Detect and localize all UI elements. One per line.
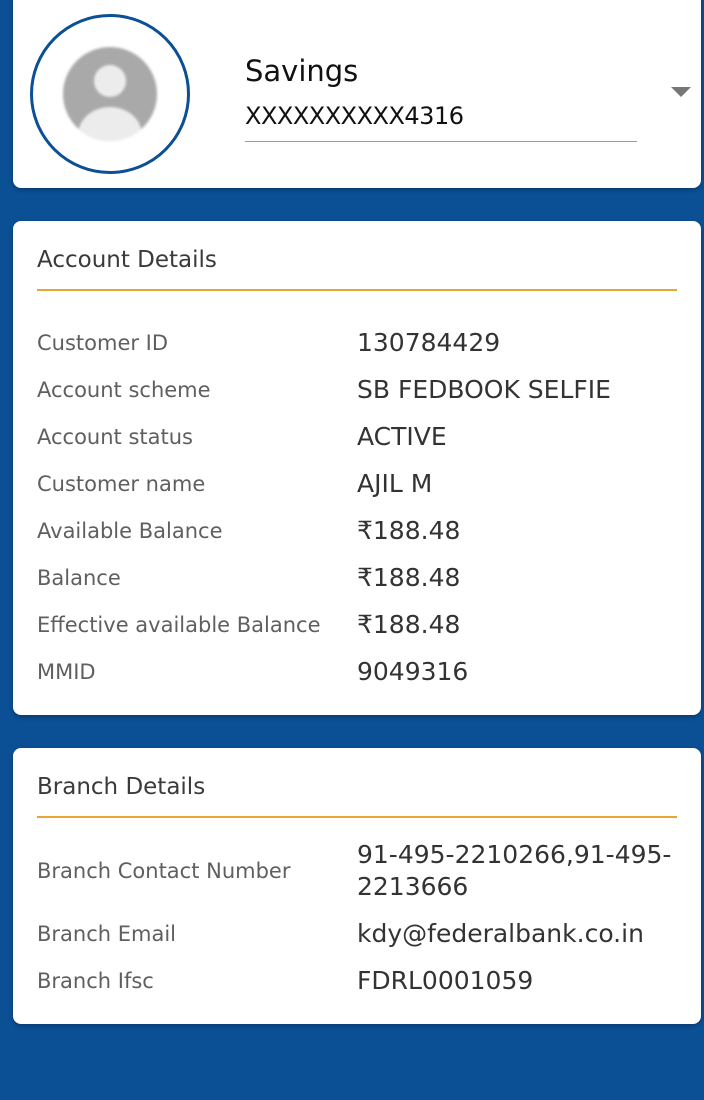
account-status-value: ACTIVE bbox=[357, 422, 447, 451]
account-select-underline bbox=[245, 141, 637, 142]
balance-label: Balance bbox=[37, 566, 121, 590]
customer-name-value: AJIL M bbox=[357, 469, 433, 498]
mmid-label: MMID bbox=[37, 660, 96, 684]
branch-contact-label: Branch Contact Number bbox=[37, 859, 291, 883]
account-selector-card: Savings XXXXXXXXXX4316 bbox=[13, 0, 701, 188]
mmid-value: 9049316 bbox=[357, 657, 469, 686]
balance-value: ₹188.48 bbox=[357, 563, 461, 592]
account-scheme-value: SB FEDBOOK SELFIE bbox=[357, 375, 611, 404]
account-type-label: Savings bbox=[245, 54, 359, 88]
account-details-divider bbox=[37, 289, 677, 291]
customer-name-label: Customer name bbox=[37, 472, 206, 496]
user-placeholder-icon bbox=[63, 47, 157, 141]
branch-details-title: Branch Details bbox=[37, 774, 206, 800]
branch-ifsc-label: Branch Ifsc bbox=[37, 969, 154, 993]
effective-available-balance-value: ₹188.48 bbox=[357, 610, 461, 639]
avatar bbox=[30, 14, 190, 174]
account-dropdown-button[interactable] bbox=[658, 70, 700, 112]
available-balance-value: ₹188.48 bbox=[357, 516, 461, 545]
account-details-card: Account Details Customer ID 130784429 Ac… bbox=[13, 221, 701, 715]
branch-details-divider bbox=[37, 816, 677, 818]
branch-email-value: kdy@federalbank.co.in bbox=[357, 919, 644, 948]
account-details-title: Account Details bbox=[37, 247, 217, 273]
account-status-label: Account status bbox=[37, 425, 193, 449]
account-number-select[interactable]: XXXXXXXXXX4316 bbox=[245, 102, 464, 130]
available-balance-label: Available Balance bbox=[37, 519, 223, 543]
account-scheme-label: Account scheme bbox=[37, 378, 211, 402]
branch-details-card: Branch Details Branch Contact Number 91-… bbox=[13, 748, 701, 1024]
customer-id-label: Customer ID bbox=[37, 331, 169, 355]
branch-contact-value: 91-495-2210266,91-495-2213666 bbox=[357, 840, 672, 901]
customer-id-value: 130784429 bbox=[357, 328, 501, 357]
effective-available-balance-label: Effective available Balance bbox=[37, 613, 321, 637]
branch-email-label: Branch Email bbox=[37, 922, 177, 946]
branch-ifsc-value: FDRL0001059 bbox=[357, 966, 534, 995]
caret-down-icon[interactable] bbox=[671, 87, 691, 97]
